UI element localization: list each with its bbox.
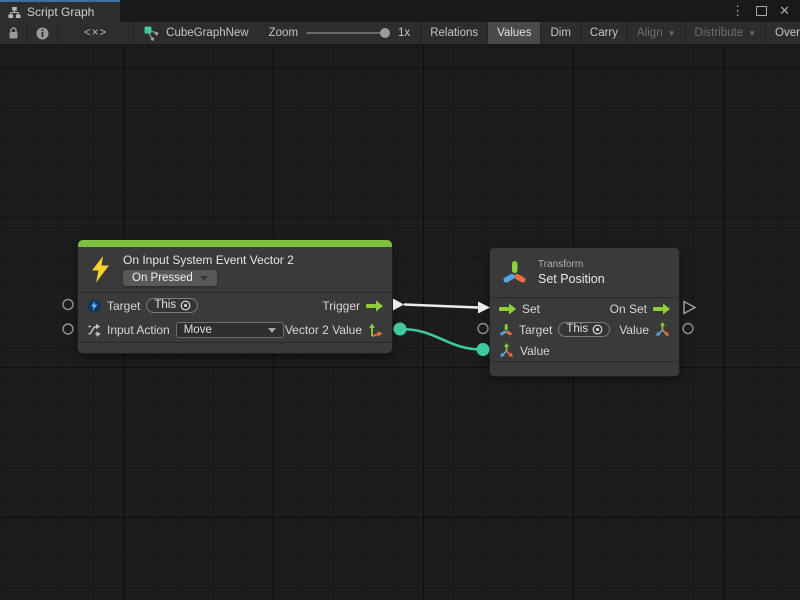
- self-target-icon: [592, 324, 603, 335]
- node-title: Set Position: [538, 272, 605, 286]
- titlebar: Script Graph ⋮ ✕: [0, 0, 800, 22]
- node-title: On Input System Event Vector 2: [123, 253, 294, 267]
- tab-title: Script Graph: [27, 5, 94, 19]
- self-target-icon: [180, 300, 191, 311]
- input-action-icon: [87, 323, 101, 337]
- lock-button[interactable]: [0, 22, 28, 44]
- port-row-set-onset: Set On Set: [490, 297, 679, 319]
- toolbar-button-distribute[interactable]: Distribute ▼: [686, 22, 767, 44]
- port-label-on-set: On Set: [610, 302, 647, 316]
- flow-arrow-icon: [366, 300, 383, 312]
- port-label-value-out: Value: [619, 323, 649, 337]
- node-footer: [78, 342, 392, 353]
- lock-icon: [8, 27, 19, 40]
- target-this-chip[interactable]: This: [146, 298, 198, 313]
- close-icon[interactable]: ✕: [779, 3, 790, 19]
- node-transform-set-position[interactable]: Transform Set Position Set On Set: [490, 248, 679, 376]
- zoom-label: Zoom: [269, 27, 298, 39]
- toolbar: <×> CubeGraphNew Zoom 1x Relations Value…: [0, 22, 800, 45]
- port-label-value-in: Value: [520, 344, 550, 358]
- port-row-target-value: Target This Value: [490, 319, 679, 340]
- port-row-value-in: Value: [490, 340, 679, 361]
- flow-arrow-icon: [653, 303, 670, 315]
- transform-node-header: Transform Set Position: [490, 248, 679, 297]
- script-graph-window: Script Graph ⋮ ✕: [0, 0, 800, 600]
- toolbar-button-dim[interactable]: Dim: [541, 22, 580, 44]
- port-transform-target-input[interactable]: [478, 324, 488, 334]
- toolbar-button-align[interactable]: Align ▼: [628, 22, 686, 44]
- node-on-input-system-event-vector2[interactable]: On Input System Event Vector 2 On Presse…: [78, 240, 392, 353]
- chevron-down-icon: ▼: [748, 29, 756, 38]
- port-label-input-action: Input Action: [107, 323, 170, 337]
- event-mode-dropdown[interactable]: On Pressed: [123, 270, 217, 286]
- port-label-vector2-value: Vector 2 Value: [285, 323, 362, 337]
- hierarchy-graph-icon: [8, 6, 21, 19]
- port-event-inputaction-input[interactable]: [63, 324, 73, 334]
- window-controls: ⋮ ✕: [731, 0, 800, 22]
- toolbar-button-overview[interactable]: Overview: [766, 22, 800, 44]
- chevron-down-icon: [268, 328, 276, 333]
- tab-script-graph[interactable]: Script Graph: [0, 0, 120, 22]
- port-row-inputaction-vector2: Input Action Move Vector 2 Value: [78, 318, 392, 342]
- input-action-dropdown[interactable]: Move: [176, 322, 284, 338]
- port-event-target-input[interactable]: [63, 300, 73, 310]
- port-label-target: Target: [107, 299, 140, 313]
- inspect-button[interactable]: [28, 22, 58, 44]
- zoom-slider[interactable]: [306, 32, 390, 34]
- zoom-value: 1x: [398, 27, 410, 39]
- node-accent-bar: [78, 240, 392, 247]
- transform-mini-icon: [499, 323, 513, 337]
- event-target-icon: [87, 299, 101, 313]
- vector2-icon: [368, 323, 383, 338]
- graph-asset-icon: [144, 26, 159, 41]
- graph-name: CubeGraphNew: [166, 27, 248, 39]
- toolbar-button-relations[interactable]: Relations: [421, 22, 488, 44]
- menu-icon[interactable]: ⋮: [731, 3, 744, 19]
- event-node-header: On Input System Event Vector 2 On Presse…: [78, 247, 392, 292]
- port-label-set: Set: [522, 302, 540, 316]
- edit-source-button[interactable]: <×>: [58, 22, 134, 44]
- zoom-slider-handle[interactable]: [380, 28, 390, 38]
- port-transform-value-output[interactable]: [683, 324, 693, 334]
- lightning-bolt-icon: [90, 256, 111, 283]
- target-this-chip[interactable]: This: [558, 322, 610, 337]
- info-icon: [36, 27, 49, 40]
- node-category: Transform: [538, 259, 605, 270]
- maximize-icon[interactable]: [756, 6, 767, 16]
- chevron-down-icon: [200, 276, 208, 281]
- graph-name-section[interactable]: CubeGraphNew: [134, 22, 258, 44]
- chevron-down-icon: ▼: [668, 29, 676, 38]
- port-vector2-value-output[interactable]: [394, 323, 407, 336]
- vector3-icon: [655, 322, 670, 337]
- zoom-section: Zoom 1x: [259, 22, 422, 44]
- port-value-input[interactable]: [477, 343, 490, 356]
- toolbar-button-values[interactable]: Values: [488, 22, 541, 44]
- node-footer: [490, 361, 679, 376]
- transform-axes-icon: [501, 259, 528, 286]
- toolbar-button-carry[interactable]: Carry: [581, 22, 628, 44]
- port-label-target: Target: [519, 323, 552, 337]
- port-label-trigger: Trigger: [322, 299, 360, 313]
- vector3-icon: [499, 343, 514, 358]
- flow-arrow-icon: [499, 303, 516, 315]
- port-row-target-trigger: Target This Trigger: [78, 292, 392, 318]
